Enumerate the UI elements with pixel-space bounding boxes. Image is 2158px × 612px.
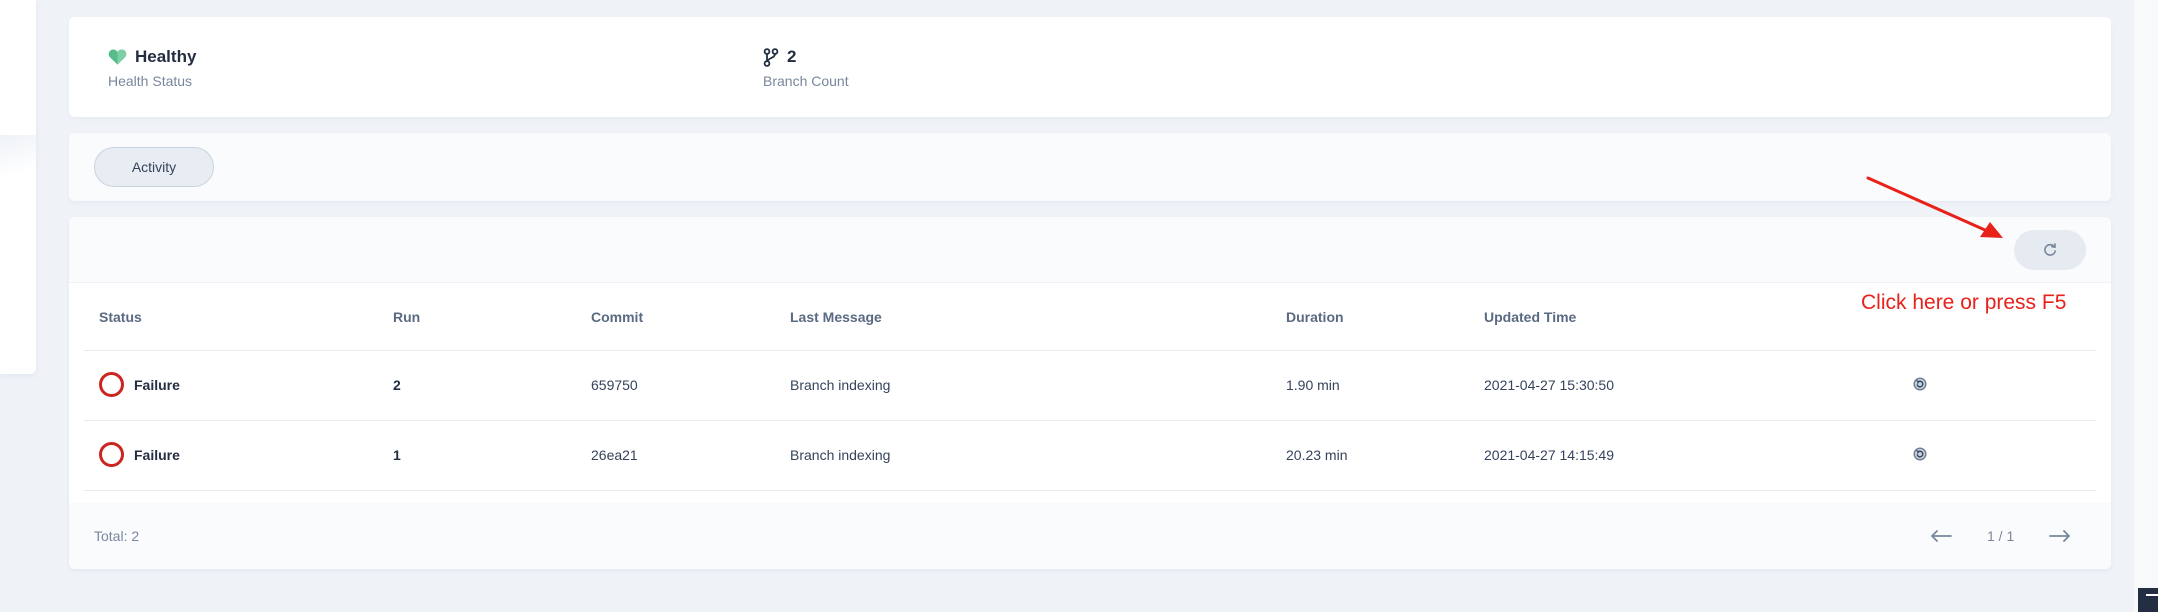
arrow-right-icon[interactable] <box>2048 529 2072 543</box>
rerun-icon[interactable] <box>1913 447 1927 461</box>
column-last-message: Last Message <box>790 309 882 325</box>
run-number-link[interactable]: 1 <box>393 447 401 463</box>
run-number-link[interactable]: 2 <box>393 377 401 393</box>
status-cell: Failure <box>99 442 180 467</box>
failure-status-icon <box>99 372 124 397</box>
last-message: Branch indexing <box>790 377 891 393</box>
runs-toolbar <box>69 217 2111 283</box>
column-status: Status <box>99 309 142 325</box>
heart-icon <box>108 48 127 66</box>
left-panel-shade <box>0 135 36 180</box>
left-side-panel <box>0 0 36 374</box>
column-updated-time: Updated Time <box>1484 309 1577 325</box>
page-indicator: 1 / 1 <box>1987 528 2015 544</box>
pagination: 1 / 1 <box>1929 525 2072 547</box>
summary-card: Healthy Health Status 2 Branch Count <box>69 17 2111 117</box>
duration: 20.23 min <box>1286 447 1348 463</box>
total-count: Total: 2 <box>94 528 140 544</box>
git-branch-icon <box>763 47 779 67</box>
health-status-label: Health Status <box>108 73 193 89</box>
runs-card: Status Run Commit Last Message Duration … <box>69 217 2111 569</box>
commit-id: 26ea21 <box>591 447 638 463</box>
rerun-icon[interactable] <box>1913 377 1927 391</box>
branch-count-label: Branch Count <box>763 73 849 89</box>
health-status-stat: Healthy Health Status <box>108 47 196 89</box>
last-message: Branch indexing <box>790 447 891 463</box>
table-row[interactable]: Failure 2 659750 Branch indexing 1.90 mi… <box>84 351 2096 421</box>
table-header: Status Run Commit Last Message Duration … <box>84 283 2096 351</box>
annotation-text: Click here or press F5 <box>1861 291 2067 314</box>
column-duration: Duration <box>1286 309 1344 325</box>
table-footer: Total: 2 1 / 1 <box>69 503 2111 569</box>
column-commit: Commit <box>591 309 644 325</box>
refresh-button[interactable] <box>2014 230 2086 270</box>
duration: 1.90 min <box>1286 377 1340 393</box>
commit-id: 659750 <box>591 377 638 393</box>
updated-time: 2021-04-27 15:30:50 <box>1484 377 1614 393</box>
annotation-arrow <box>1866 176 2003 238</box>
branch-count-stat: 2 Branch Count <box>763 47 849 89</box>
tabs-bar: Activity <box>69 133 2111 201</box>
failure-status-icon <box>99 442 124 467</box>
status-text: Failure <box>134 446 180 463</box>
updated-time: 2021-04-27 14:15:49 <box>1484 447 1614 463</box>
table-row[interactable]: Failure 1 26ea21 Branch indexing 20.23 m… <box>84 421 2096 491</box>
right-scroll-gutter <box>2134 0 2158 612</box>
refresh-icon <box>2042 242 2058 258</box>
status-text: Failure <box>134 376 180 393</box>
status-cell: Failure <box>99 372 180 397</box>
corner-widget[interactable] <box>2138 588 2158 612</box>
health-status-value: Healthy <box>135 47 197 66</box>
tab-activity[interactable]: Activity <box>94 147 214 187</box>
arrow-left-icon[interactable] <box>1929 529 1953 543</box>
runs-table: Status Run Commit Last Message Duration … <box>84 283 2096 491</box>
branch-count-value: 2 <box>787 47 797 66</box>
column-run: Run <box>393 309 421 325</box>
